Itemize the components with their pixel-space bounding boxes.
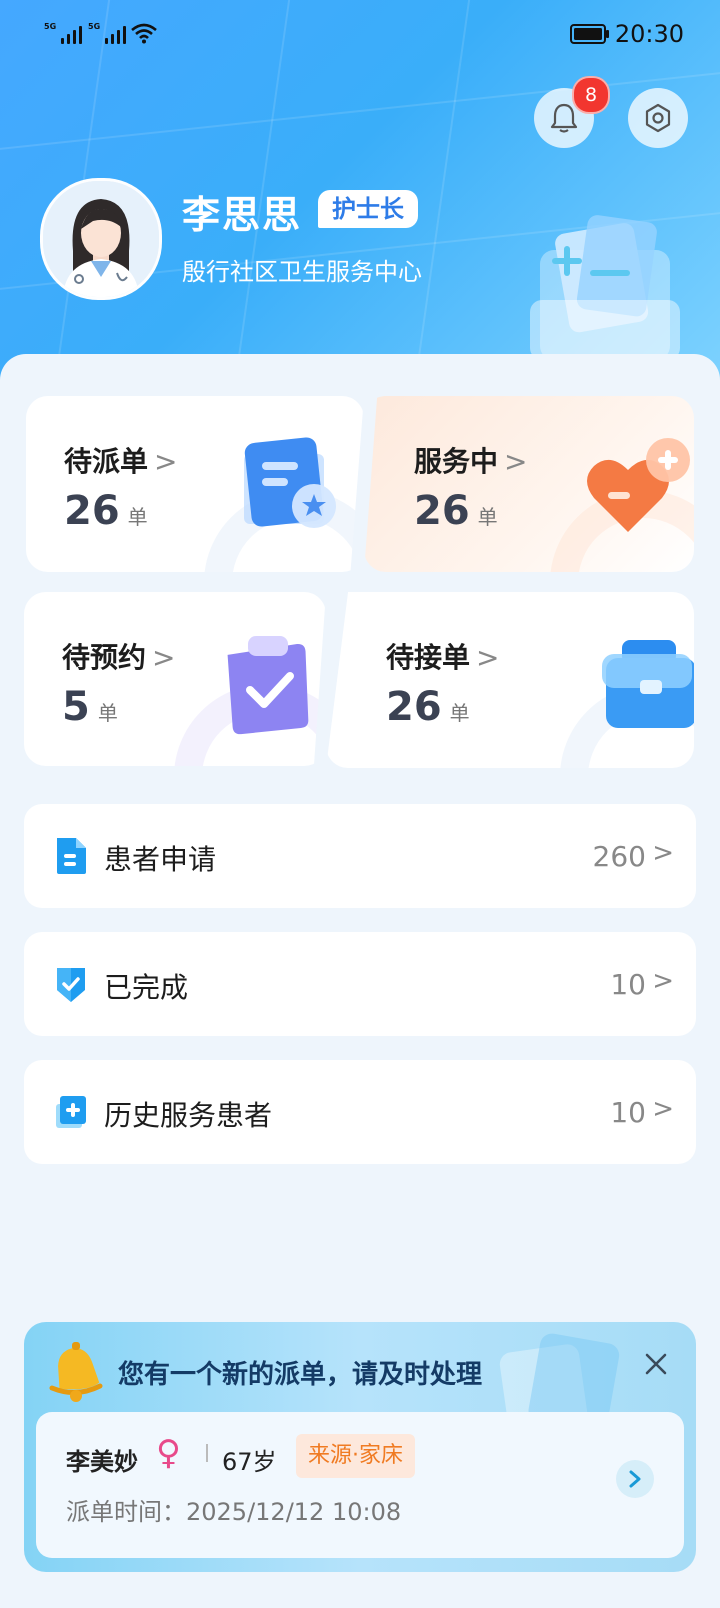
bell-icon [49, 1342, 103, 1402]
list-item-label: 已完成 [104, 971, 189, 1004]
dispatch-order-card[interactable]: 李美妙 ♀ 67岁 来源·家床 派单时间：2025/12/12 10:08 [36, 1412, 684, 1558]
card-unit: 单 [477, 505, 498, 529]
nurse-avatar-icon [43, 181, 159, 297]
organization-name: 殷行社区卫生服务中心 [182, 258, 422, 286]
list-item-count: 260 [592, 840, 646, 873]
medical-record-icon [56, 1096, 86, 1128]
female-icon: ♀ [156, 1433, 181, 1473]
list-item-completed[interactable]: 已完成 10 > [24, 932, 696, 1036]
list-item-count: 10 [610, 968, 646, 1001]
list-item-history-patients[interactable]: 历史服务患者 10 > [24, 1060, 696, 1164]
cellular-signal-icon: 5G [88, 22, 127, 44]
card-title: 待预约 [62, 641, 147, 674]
notice-decoration [499, 1333, 620, 1422]
new-dispatch-notice: 您有一个新的派单，请及时处理 李美妙 ♀ 67岁 来源·家床 派单时间：2025… [24, 1322, 696, 1572]
list-item-count: 10 [610, 1096, 646, 1129]
card-in-service[interactable]: 服务中 > 26 单 [364, 396, 694, 572]
shield-check-icon [57, 968, 85, 1002]
cellular-signal-icon: 5G [44, 22, 83, 44]
patient-age: 67岁 [222, 1448, 277, 1476]
chevron-right-icon: > [652, 966, 674, 996]
chevron-right-icon: > [476, 641, 500, 674]
card-count: 5 [62, 684, 90, 730]
status-bar: 5G 5G 20:30 [0, 0, 720, 70]
chevron-right-icon: > [652, 1094, 674, 1124]
patient-name: 李美妙 [66, 1448, 138, 1476]
settings-button[interactable] [628, 88, 688, 148]
notification-count-badge: 8 [572, 76, 610, 114]
chevron-right-icon: > [504, 445, 528, 478]
user-name: 李思思 [182, 193, 303, 237]
chevron-right-icon: > [652, 838, 674, 868]
role-badge: 护士长 [318, 190, 418, 228]
folder-illustration [530, 215, 680, 360]
card-count: 26 [386, 684, 442, 730]
card-unit: 单 [449, 701, 470, 725]
separator [206, 1444, 208, 1462]
notice-title: 您有一个新的派单，请及时处理 [118, 1360, 483, 1390]
card-pending-dispatch[interactable]: 待派单 > 26 单 [26, 396, 364, 572]
gear-icon [645, 103, 671, 133]
clipboard-check-icon [227, 636, 309, 735]
list-item-label: 患者申请 [104, 843, 217, 876]
card-pending-acceptance[interactable]: 待接单 > 26 单 [326, 592, 694, 768]
card-unit: 单 [97, 701, 118, 725]
open-dispatch-button[interactable] [616, 1460, 654, 1498]
card-count: 26 [64, 488, 120, 534]
chevron-right-icon: > [154, 445, 178, 478]
card-title: 服务中 [414, 445, 499, 478]
wifi-icon [131, 23, 157, 44]
card-pending-appointment[interactable]: 待预约 > 5单 [24, 592, 326, 766]
briefcase-icon [602, 640, 694, 728]
card-count: 26 [414, 488, 470, 534]
card-title: 待派单 [64, 445, 149, 478]
dispatch-time: 派单时间：2025/12/12 10:08 [66, 1498, 402, 1526]
document-icon [57, 838, 86, 874]
list-item-patient-applications[interactable]: 患者申请 260 > [24, 804, 696, 908]
notification-button[interactable]: 8 [534, 76, 610, 148]
card-title: 待接单 [386, 641, 471, 674]
card-unit: 单 [127, 505, 148, 529]
avatar[interactable] [40, 178, 162, 300]
chevron-right-icon: > [152, 641, 176, 674]
source-badge: 来源·家床 [296, 1434, 415, 1478]
dispatch-document-icon [244, 437, 336, 528]
close-icon[interactable] [640, 1348, 672, 1380]
clock: 20:30 [614, 20, 684, 48]
list-item-label: 历史服务患者 [104, 1099, 273, 1132]
chevron-right-icon [629, 1470, 641, 1488]
heart-plus-icon [587, 438, 690, 532]
battery-icon [570, 24, 609, 44]
